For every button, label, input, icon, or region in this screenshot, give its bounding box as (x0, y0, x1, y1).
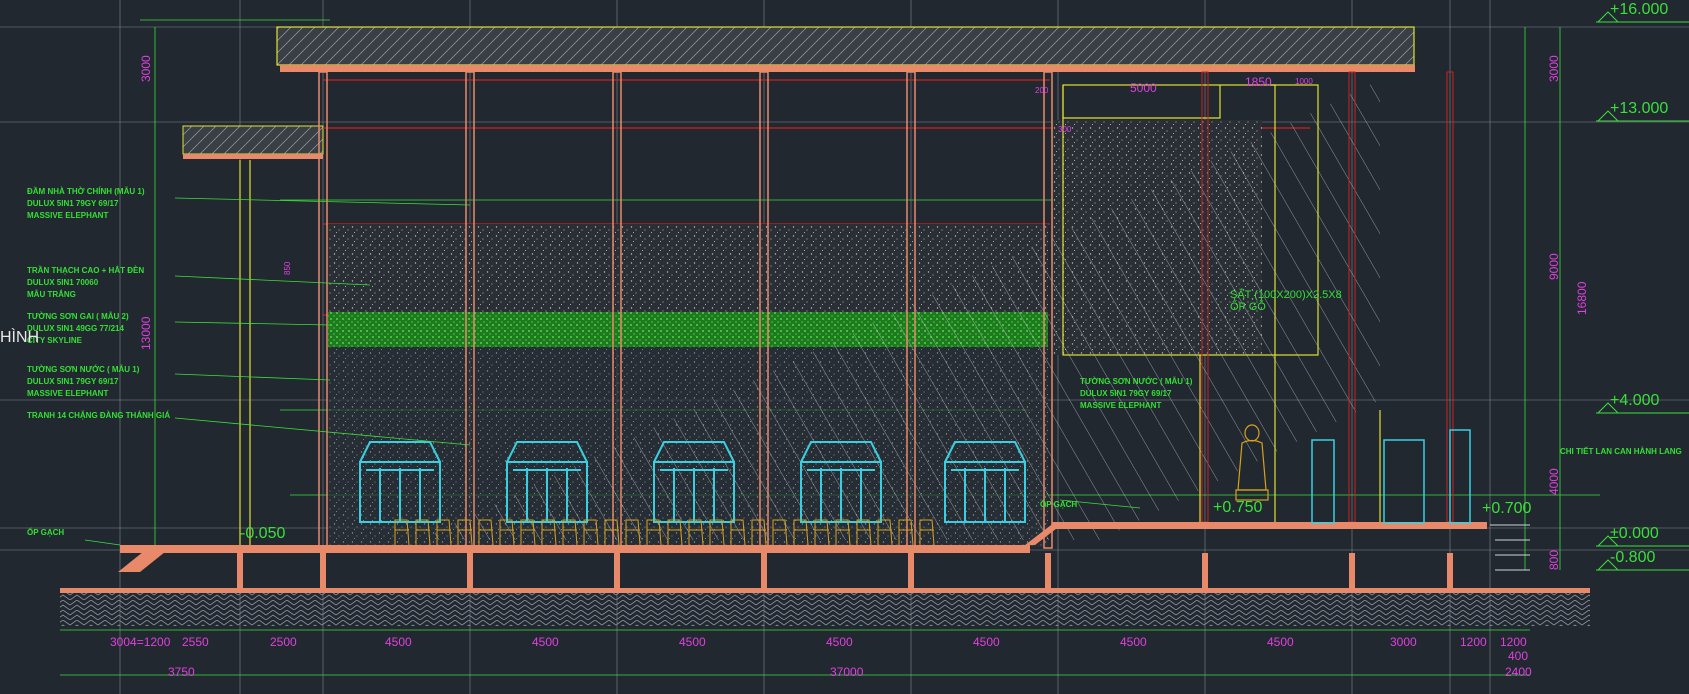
annotation-right: SẮT (100X200)X2.5X8 (1230, 288, 1342, 301)
footing (1045, 553, 1051, 588)
annotation-right: DULUX 5IN1 79GY 69/17 (1080, 389, 1172, 398)
annotation-left: TƯỜNG SƠN NƯỚC ( MẪU 1) (27, 365, 140, 374)
top-dim-3: 5000 (1130, 81, 1157, 95)
annotation-left: TRANH 14 CHẶNG ĐÀNG THÁNH GIÁ (27, 411, 170, 420)
level-mark-0000: ±0.000 (1610, 525, 1659, 542)
bottom-extra-dim: 400 (1508, 649, 1528, 663)
top-dim-2: 300 (1058, 125, 1072, 134)
top-dim-4: 1850 (1245, 75, 1272, 89)
bottom-dim: 4500 (826, 635, 853, 649)
annotation-left: DULUX 5IN1 70060 (27, 278, 99, 287)
level-mark-0750: +0.750 (1213, 499, 1262, 516)
level-mark-minus0050: -0.050 (240, 525, 285, 542)
bottom-dim: 4500 (1120, 635, 1147, 649)
annotation-right: MASSIVE ELEPHANT (1080, 401, 1161, 410)
annotation-right: TƯỜNG SƠN NƯỚC ( MẪU 1) (1080, 377, 1193, 386)
annotation-left: TƯỜNG SƠN GAI ( MẪU 2) (27, 312, 129, 321)
level-mark-13000: +13.000 (1610, 100, 1668, 117)
right-vdim-4: 800 (1547, 550, 1561, 570)
bottom-dim-total: 3750 (168, 665, 195, 679)
bottom-dim: 2500 (270, 635, 297, 649)
annotation-left: TRẦN THẠCH CAO + HẮT ĐÈN (27, 265, 144, 275)
left-vdim-3: 850 (283, 261, 292, 275)
annotation-left: DULUX 5IN1 49GG 77/214 (27, 324, 124, 333)
footing (761, 553, 767, 588)
footing (237, 553, 243, 588)
bottom-dim: 2550 (182, 635, 209, 649)
footing (467, 553, 473, 588)
bottom-dim: 4500 (973, 635, 1000, 649)
footing (908, 553, 914, 588)
level-mark-4000: +4.000 (1610, 392, 1659, 409)
bottom-dim: 4500 (385, 635, 412, 649)
annotation-right: ỐP GẠCH (1040, 499, 1077, 509)
bottom-dim: 4500 (679, 635, 706, 649)
left-vdim-2: 13000 (139, 316, 153, 350)
bottom-dim: 4500 (1267, 635, 1294, 649)
annotation-left: DULUX 5IN1 79GY 69/17 (27, 199, 119, 208)
soil-hatch (60, 593, 1590, 626)
level-mark-16000: +16.000 (1610, 1, 1668, 18)
bottom-dim: 3004=1200 (110, 635, 171, 649)
annotation-left: ỐP GẠCH (27, 527, 64, 537)
left-vdim-1: 3000 (139, 55, 153, 82)
annotation-left: ĐẦM NHÀ THỜ CHÍNH (MẪU 1) (27, 186, 145, 196)
footing (1447, 553, 1453, 588)
level-mark-minus0800: -0.800 (1610, 549, 1655, 566)
bottom-dim: 3000 (1390, 635, 1417, 649)
cad-elevation-drawing: 3000 13000 850 3000 9000 4000 800 16800 … (0, 0, 1689, 694)
bottom-dim-total: 37000 (830, 665, 864, 679)
side-roof-beam (183, 154, 323, 159)
top-dim-5: 1000 (1295, 77, 1313, 86)
level-mark-0700: +0.700 (1482, 500, 1531, 517)
foundation-slab (60, 588, 1590, 593)
nave-floor-slab (120, 545, 1030, 553)
roof-beam (280, 65, 1415, 72)
right-vdim-1: 3000 (1547, 55, 1561, 82)
bottom-dim: 4500 (532, 635, 559, 649)
bottom-dim-total: 2400 (1505, 665, 1532, 679)
footing (614, 553, 620, 588)
bottom-dim: 1200 (1460, 635, 1487, 649)
footing (320, 553, 326, 588)
annotation-left: MẪU TRẮNG (27, 290, 76, 299)
annotation-right: CHI TIẾT LAN CAN HÀNH LANG (1560, 446, 1682, 456)
footing (1349, 553, 1355, 588)
footing (1202, 553, 1208, 588)
annotation-left: DULUX 5IN1 79GY 69/17 (27, 377, 119, 386)
annotation-right: ỐP GỖ (1230, 299, 1266, 313)
partial-title: HÌNH (0, 327, 39, 346)
right-vdim-2: 9000 (1547, 253, 1561, 280)
right-vdim-3: 4000 (1547, 468, 1561, 495)
top-dim-1: 200 (1035, 86, 1049, 95)
annotation-left: MASSIVE ELEPHANT (27, 211, 108, 220)
right-vdim-5: 16800 (1575, 281, 1589, 315)
annotation-left: MASSIVE ELEPHANT (27, 389, 108, 398)
bottom-dim: 1200 (1500, 635, 1527, 649)
roof-band (276, 26, 1415, 66)
side-roof (182, 125, 324, 155)
